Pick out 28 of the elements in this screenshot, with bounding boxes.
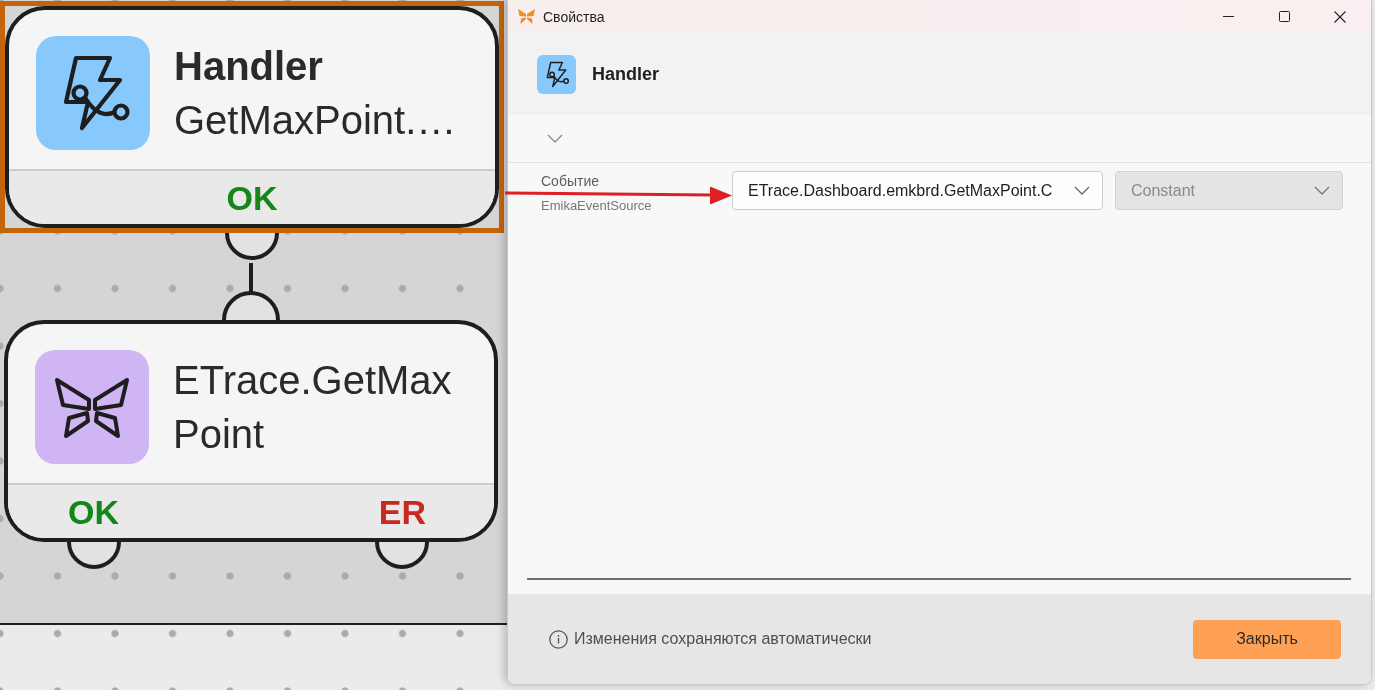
lightning-bolt-icon (36, 36, 150, 150)
header-title: Handler (592, 63, 660, 85)
node-subtitle: GetMaxPoint.… (174, 97, 457, 144)
chevron-down-icon[interactable] (547, 134, 563, 143)
property-type: EmikaEventSource (541, 197, 652, 214)
window-title: Свойства (543, 8, 605, 25)
output-label: OK (68, 491, 119, 532)
port-icon[interactable] (225, 232, 279, 262)
property-label: Событие (541, 173, 599, 190)
close-button[interactable]: Закрыть (1193, 619, 1341, 659)
port-icon[interactable] (66, 541, 121, 571)
close-icon (1334, 10, 1346, 23)
chevron-down-icon (1074, 186, 1090, 195)
port-icon[interactable] (375, 541, 430, 571)
maximize-icon (1278, 11, 1290, 22)
info-text: Изменения сохраняются автоматически (574, 630, 872, 648)
butterfly-icon (518, 9, 535, 24)
info-icon (549, 629, 568, 649)
output-label: ER (378, 491, 426, 532)
butterfly-icon (35, 350, 149, 464)
chevron-down-icon (1314, 186, 1330, 195)
lightning-bolt-icon (537, 54, 576, 94)
node-title: ETrace.GetMaxPoint (173, 357, 453, 458)
port-icon[interactable] (222, 291, 280, 320)
value-dropdown[interactable]: ETrace.Dashboard.emkbrd.GetMaxPoint.C (732, 171, 1103, 210)
node-title: Handler (174, 43, 323, 90)
output-label: OK (226, 177, 278, 218)
minimize-icon (1222, 16, 1234, 17)
